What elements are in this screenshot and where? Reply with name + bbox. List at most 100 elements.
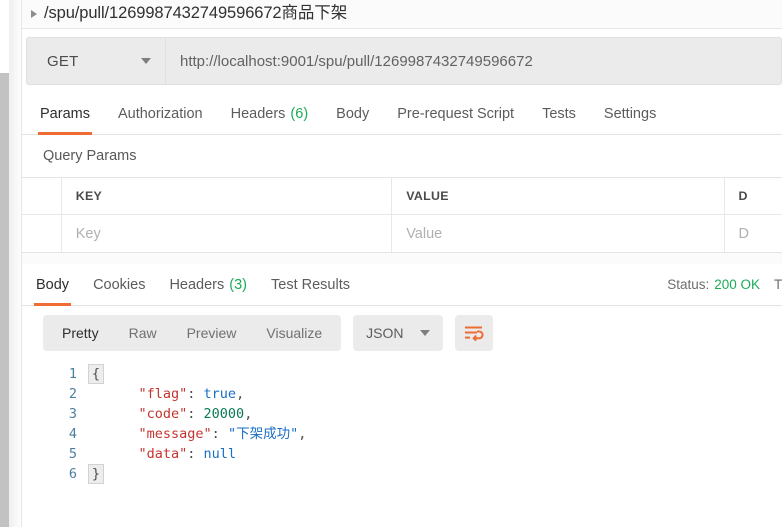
code-text: "data": null [104,444,237,464]
response-body-toolbar: Pretty Raw Preview Visualize JSON [22,306,782,360]
status-label: Status: [667,277,710,292]
body-format-label: JSON [366,325,404,341]
code-token: , [236,386,245,402]
page-scrollbar-track[interactable] [0,0,9,527]
url-input[interactable]: http://localhost:9001/spu/pull/126998743… [165,37,782,85]
line-number: 1 [68,366,77,382]
table-bottom-spacer [22,253,782,264]
response-tab-cookies[interactable]: Cookies [81,264,157,305]
code-token: "下架成功" [227,426,299,442]
body-view-mode-group: Pretty Raw Preview Visualize [43,315,342,351]
url-bar: GET http://localhost:9001/spu/pull/12699… [22,29,782,93]
code-line: 1{ [22,364,782,384]
postman-window: /spu/pull/1269987432749596672商品下架 GET ht… [0,0,782,527]
tab-label: Pre-request Script [397,105,515,122]
response-tabs: Body Cookies Headers (3) Test Results Status… [22,264,782,306]
query-params-label: Query Params [22,135,782,177]
left-gutter [9,0,22,527]
code-line: 5 "data": null [22,444,782,464]
code-token: null [203,446,237,462]
chevron-down-icon [419,330,430,336]
code-token: , [244,406,253,422]
code-token: "code" [106,406,188,422]
view-mode-raw[interactable]: Raw [114,315,172,351]
tab-params[interactable]: Params [26,93,104,135]
code-text: "code": 20000, [104,404,253,424]
response-tab-body[interactable]: Body [24,264,81,306]
header-checkbox-cell [22,178,62,214]
tab-tests[interactable]: Tests [528,93,590,134]
line-number: 5 [68,446,77,462]
tab-count-badge: (6) [290,105,309,122]
time-label-clipped: T [774,277,782,292]
page-scrollbar-thumb[interactable] [0,73,9,527]
url-value: http://localhost:9001/spu/pull/126998743… [180,52,533,70]
header-description-cell: D [725,178,782,214]
response-tab-label: Test Results [271,276,350,293]
tab-headers[interactable]: Headers (6) [217,93,323,134]
tab-settings[interactable]: Settings [590,93,670,134]
view-mode-visualize[interactable]: Visualize [251,315,337,351]
tab-body[interactable]: Body [322,93,383,134]
tab-authorization[interactable]: Authorization [104,93,217,134]
table-row[interactable]: Key Value D [22,215,782,252]
tab-label: Tests [542,105,576,122]
header-key-cell: KEY [62,178,393,214]
code-token: "data" [106,446,188,462]
request-response-pane: /spu/pull/1269987432749596672商品下架 GET ht… [22,0,782,527]
code-text: "message": "下架成功", [104,424,307,444]
chevron-down-icon [141,58,151,64]
tab-label: Authorization [117,105,203,122]
word-wrap-button[interactable] [454,315,493,351]
tab-pre-request-script[interactable]: Pre-request Script [383,93,528,134]
row-checkbox-cell[interactable] [22,215,62,252]
view-mode-preview[interactable]: Preview [172,315,252,351]
column-header-key: KEY [75,189,103,203]
response-body-code[interactable]: 1{2 "flag": true, 3 "code": 20000, 4 "mess… [22,360,782,510]
param-value-input[interactable]: Value [392,215,725,252]
view-mode-pretty[interactable]: Pretty [47,315,114,351]
body-format-selector[interactable]: JSON [353,315,443,351]
code-fold-marker[interactable]: { [88,364,104,384]
code-text: "flag": true, [104,384,245,404]
response-tab-label: Cookies [93,276,146,293]
code-token: : [211,426,228,442]
code-token: : [187,406,204,422]
line-number: 4 [68,426,77,442]
code-line: 2 "flag": true, [22,384,782,404]
code-token: "message" [106,426,212,442]
code-token: : [187,386,204,402]
tab-label: Settings [603,105,657,122]
code-line: 3 "code": 20000, [22,404,782,424]
code-line: 6} [22,464,782,484]
param-value-placeholder: Value [406,225,443,242]
word-wrap-icon [464,326,484,341]
response-tab-label: Body [36,276,70,293]
response-tab-headers[interactable]: Headers (3) [157,264,259,305]
column-header-description: D [738,189,748,203]
code-fold-marker[interactable]: } [88,464,104,484]
code-token: : [187,446,204,462]
column-header-value: VALUE [406,189,449,203]
line-number: 3 [68,406,77,422]
param-key-placeholder: Key [75,225,101,242]
page-title: /spu/pull/1269987432749596672商品下架 [44,4,348,22]
line-number: 6 [68,466,77,482]
response-tab-label: Headers [169,276,225,293]
response-tab-test-results[interactable]: Test Results [259,264,362,305]
code-token: "flag" [106,386,188,402]
line-number: 2 [68,386,77,402]
triangle-right-icon[interactable] [31,10,37,18]
request-tabs: Params Authorization Headers (6) Body Pre-req… [22,93,782,135]
code-token: , [298,426,307,442]
header-value-cell: VALUE [392,178,725,214]
http-method-label: GET [47,52,79,70]
code-line: 4 "message": "下架成功", [22,424,782,444]
code-token: true [203,386,237,402]
http-method-selector[interactable]: GET [26,37,165,85]
code-token: 20000 [203,406,245,422]
param-description-input[interactable]: D [725,215,782,252]
request-title-bar: /spu/pull/1269987432749596672商品下架 [22,0,782,29]
param-key-input[interactable]: Key [62,215,393,252]
query-params-table: KEY VALUE D Key Value D [22,177,782,253]
